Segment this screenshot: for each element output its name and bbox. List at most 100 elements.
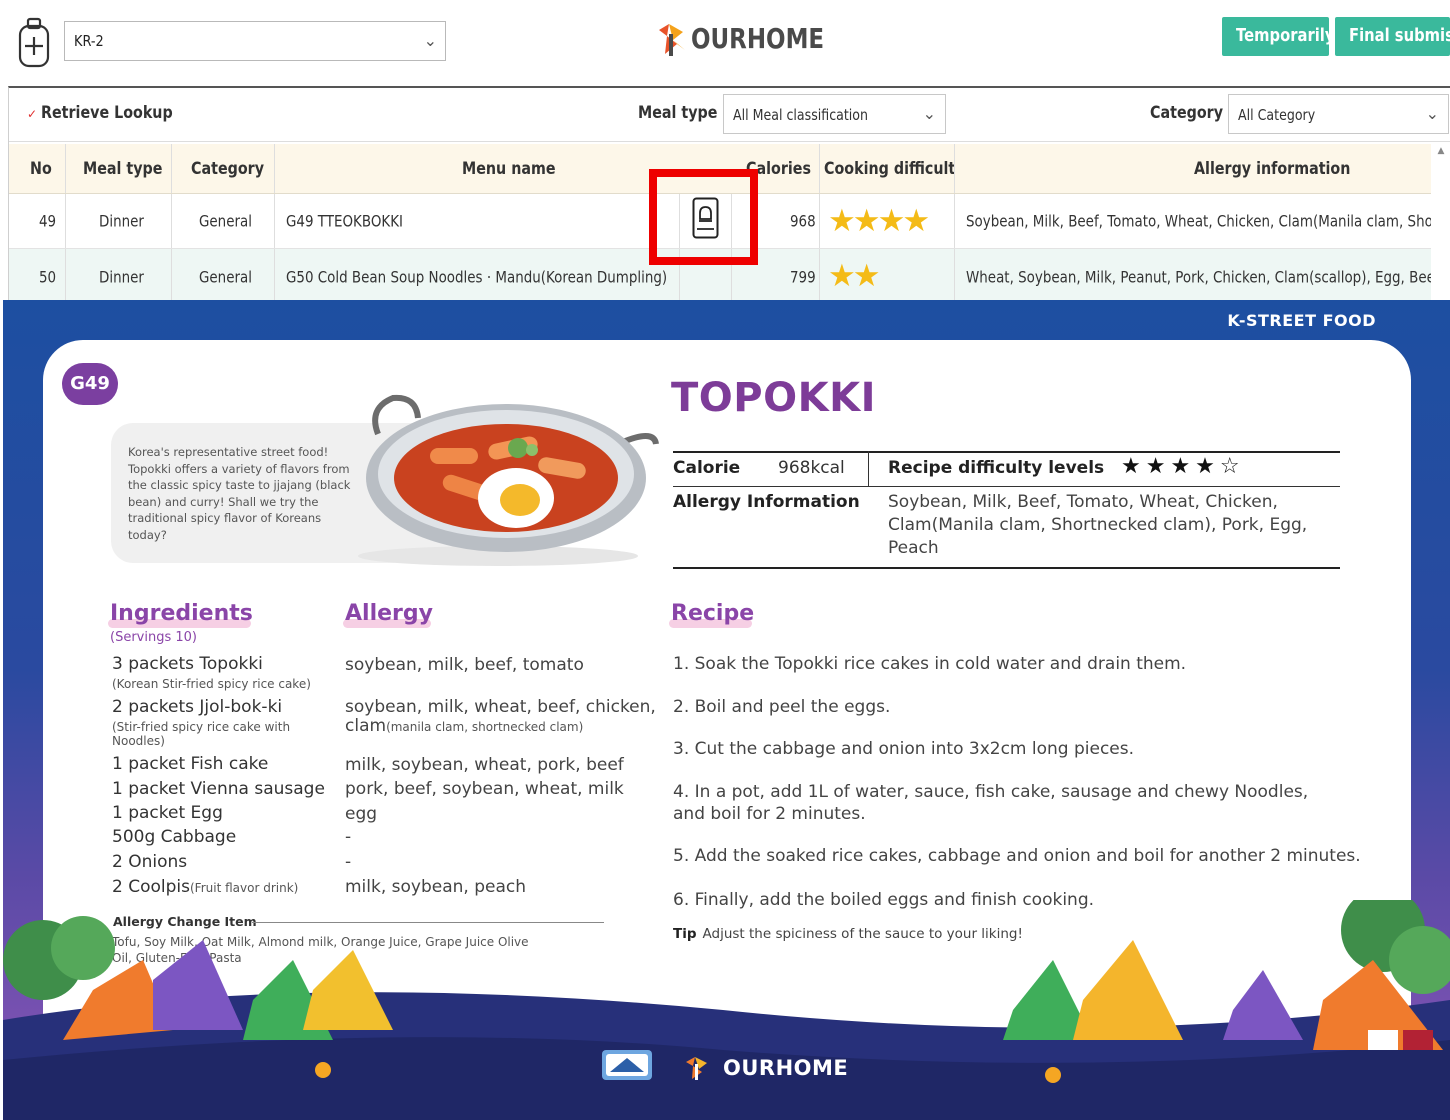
ingredient-item: 1 packet Egg — [112, 803, 223, 823]
cell-difficulty: ★★★★ — [820, 194, 955, 248]
partner-logo — [602, 1050, 652, 1080]
cell-allergy: Wheat, Soybean, Milk, Peanut, Pork, Chic… — [955, 249, 1431, 300]
info-rule — [673, 451, 1340, 453]
info-rule — [673, 486, 1340, 487]
recipe-step: 2. Boil and peel the eggs. — [673, 697, 891, 717]
ingredient-allergy: milk, soybean, peach — [345, 877, 527, 897]
ingredient-note: (Fruit flavor drink) — [190, 881, 299, 895]
header-cooking-difficulty[interactable]: Cooking difficulty — [820, 144, 955, 193]
lookup-title: ✓ Retrieve Lookup — [27, 103, 198, 123]
row-no: 50 — [39, 267, 57, 286]
highlight-box — [649, 169, 758, 265]
info-rule — [673, 567, 1340, 569]
allergy-heading-text: Allergy — [345, 601, 433, 626]
temporarily-save-label: Temporarily sa — [1236, 25, 1329, 46]
ingredient-allergy: soybean, milk, wheat, beef, chicken, — [345, 697, 656, 717]
tablet-plus-icon[interactable] — [17, 16, 51, 68]
flyer-kicker: K-STREET FOOD — [1227, 311, 1376, 330]
ingredients-heading-text: Ingredients — [110, 601, 253, 626]
cell-category: General — [172, 249, 275, 300]
header-no-text: No — [30, 158, 52, 179]
cell-meal-type: Dinner — [66, 249, 172, 300]
intro-text: Korea's representative street food! Topo… — [128, 445, 351, 542]
scrollbar-up-arrow[interactable]: ▲ — [1434, 146, 1448, 166]
header-meal-type-text: Meal type — [83, 158, 163, 179]
ingredient-item: 500g Cabbage — [112, 827, 237, 847]
cell-category: General — [172, 194, 275, 248]
cell-no: 49 — [9, 194, 66, 248]
category-label: Category — [1150, 103, 1224, 123]
menu-code-badge: G49 — [62, 363, 118, 405]
ourhome-mark-icon — [686, 1057, 707, 1080]
difficulty-stars: ★★★★ — [828, 203, 930, 239]
recipe-heading-text: Recipe — [671, 601, 755, 626]
ingredient-allergy: - — [345, 827, 352, 847]
final-submit-label: Final submis — [1349, 25, 1450, 46]
header-category[interactable]: Category — [172, 144, 275, 193]
category-select[interactable]: All Category ⌄ — [1228, 94, 1449, 134]
ingredient-allergy: egg — [345, 804, 378, 824]
ingredient-allergy: pork, beef, soybean, wheat, milk — [345, 779, 624, 799]
ingredients-heading: Ingredients — [108, 601, 253, 628]
difficulty-stars: ★★ — [828, 258, 881, 294]
ingredient-allergy: milk, soybean, wheat, pork, beef — [345, 755, 624, 775]
final-submit-button[interactable]: Final submis — [1335, 17, 1450, 56]
cell-meal-type: Dinner — [66, 194, 172, 248]
chevron-down-icon: ⌄ — [922, 104, 936, 123]
cell-difficulty: ★★ — [820, 249, 955, 300]
difficulty-label: Recipe difficulty levels — [888, 458, 1105, 478]
recipe-step: 4. In a pot, add 1L of water, sauce, fis… — [673, 782, 1309, 824]
header-menu-name-text: Menu name — [462, 158, 556, 179]
meal-type-select[interactable]: All Meal classification ⌄ — [723, 94, 946, 134]
row-meal-type: Dinner — [99, 211, 144, 231]
row-menu-name: G49 TTEOKBOKKI — [286, 211, 404, 231]
dish-title: TOPOKKI — [671, 375, 876, 421]
calorie-label: Calorie — [673, 458, 741, 478]
servings-note: (Servings 10) — [110, 630, 197, 645]
ingredient-allergy: clam(manila clam, shortnecked clam) — [345, 716, 583, 736]
row-category: General — [199, 267, 252, 286]
store-select-value: KR-2 — [74, 32, 104, 50]
check-icon: ✓ — [27, 107, 38, 121]
row-no: 49 — [39, 211, 57, 231]
cell-no: 50 — [9, 249, 66, 300]
temporarily-save-button[interactable]: Temporarily sa — [1222, 17, 1329, 56]
ingredient-allergy-extra: clam — [345, 716, 387, 736]
info-divider — [868, 451, 869, 486]
ingredient-item: 2 packets Jjol-bok-ki — [112, 697, 283, 717]
allergy-info-value: Soybean, Milk, Beef, Tomato, Wheat, Chic… — [888, 492, 1308, 558]
row-calories: 799 — [790, 267, 816, 286]
ourhome-mark-icon — [659, 24, 685, 56]
allergy-info-label: Allergy Information — [673, 492, 860, 512]
row-menu-name: G50 Cold Bean Soup Noodles · Mandu(Korea… — [286, 267, 668, 286]
row-allergy: Wheat, Soybean, Milk, Peanut, Pork, Chic… — [966, 267, 1431, 286]
meal-type-value: All Meal classification — [733, 106, 868, 124]
cell-menu-name: G49 TTEOKBOKKI — [275, 194, 680, 248]
ingredient-note: (Stir-fried spicy rice cake with Noodles… — [112, 720, 291, 748]
row-meal-type: Dinner — [99, 267, 144, 286]
ingredient-item: 1 packet Fish cake — [112, 754, 269, 774]
recipe-heading: Recipe — [669, 601, 755, 628]
row-allergy: Soybean, Milk, Beef, Tomato, Wheat, Chic… — [966, 211, 1431, 231]
top-bar: KR-2 ⌄ OURHOME Temporarily sa Final subm… — [0, 0, 1450, 78]
calorie-value: 968kcal — [778, 458, 845, 478]
header-meal-type[interactable]: Meal type — [66, 144, 172, 193]
header-category-text: Category — [191, 158, 265, 179]
ingredient-allergy-note: (manila clam, shortnecked clam) — [386, 720, 584, 734]
header-no[interactable]: No — [9, 144, 66, 193]
chevron-down-icon: ⌄ — [1425, 104, 1439, 123]
header-difficulty-text: Cooking difficulty — [824, 158, 955, 179]
store-select[interactable]: KR-2 ⌄ — [64, 21, 446, 61]
topokki-dish-image — [358, 394, 659, 566]
brand-name: OURHOME — [691, 22, 825, 55]
ingredient-item: 2 Onions — [112, 852, 188, 872]
difficulty-stars: ★★★★☆ — [1121, 454, 1245, 479]
recipe-step: 1. Soak the Topokki rice cakes in cold w… — [673, 654, 1187, 674]
footer-brand-name: OURHOME — [723, 1056, 849, 1080]
ingredient-note: (Korean Stir-fried spicy rice cake) — [112, 677, 311, 691]
row-calories: 968 — [790, 211, 816, 231]
recipe-step: 3. Cut the cabbage and onion into 3x2cm … — [673, 739, 1135, 759]
header-allergy-info[interactable]: Allergy information — [955, 144, 1431, 193]
lookup-filter-row: ✓ Retrieve Lookup Meal type All Meal clas… — [9, 88, 1450, 142]
cell-menu-name: G50 Cold Bean Soup Noodles · Mandu(Korea… — [275, 249, 680, 300]
